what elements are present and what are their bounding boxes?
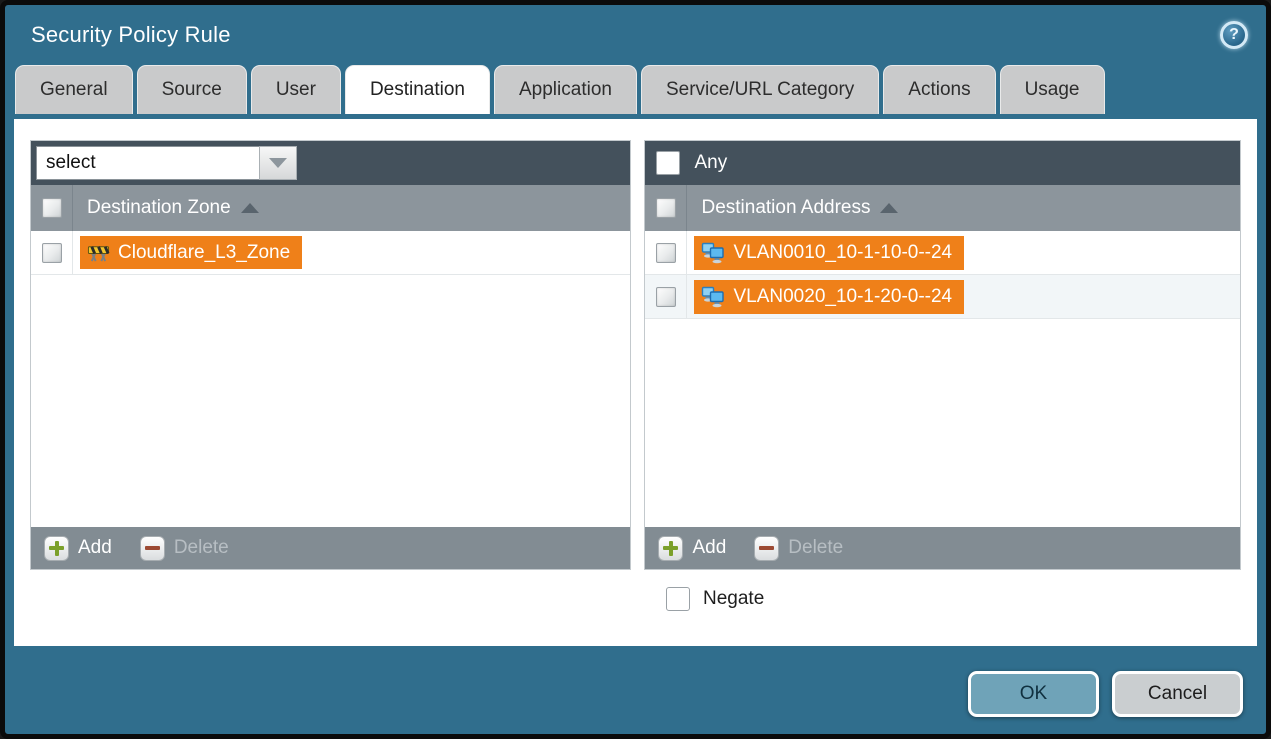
zone-rows: Cloudflare_L3_Zone [31, 231, 630, 527]
zone-entry-label: Cloudflare_L3_Zone [118, 242, 290, 264]
address-icon [701, 241, 725, 265]
destination-zone-panel: Destination Zone [30, 140, 631, 570]
plus-icon [658, 536, 683, 561]
zone-select-dropdown-button[interactable] [259, 146, 297, 180]
tab-usage[interactable]: Usage [1000, 65, 1105, 114]
tab-actions[interactable]: Actions [883, 65, 995, 114]
zone-column-header: Destination Zone [31, 185, 630, 231]
tab-service-url-category[interactable]: Service/URL Category [641, 65, 879, 114]
tab-application[interactable]: Application [494, 65, 637, 114]
minus-icon [140, 536, 165, 561]
address-add-button[interactable]: Add [658, 536, 726, 561]
address-row-checkbox[interactable] [656, 287, 676, 307]
negate-checkbox[interactable] [666, 587, 690, 611]
dialog-footer: OK Cancel [968, 671, 1243, 717]
dialog-title: Security Policy Rule [31, 22, 231, 48]
address-entry-vlan0020[interactable]: VLAN0020_10-1-20-0--24 [694, 280, 964, 314]
cancel-button[interactable]: Cancel [1112, 671, 1243, 717]
destination-address-panel: Any Destination Address [644, 140, 1241, 570]
zone-row-checkbox[interactable] [42, 243, 62, 263]
row-checkbox-cell [645, 231, 687, 274]
address-panel-footer: Add Delete [645, 527, 1240, 569]
minus-icon [754, 536, 779, 561]
zone-column-title: Destination Zone [87, 197, 231, 219]
tab-destination[interactable]: Destination [345, 65, 490, 114]
address-column-header: Destination Address [645, 185, 1240, 231]
destination-tab-content: Destination Zone [14, 119, 1257, 646]
negate-row: Negate [666, 587, 1241, 611]
table-row: VLAN0020_10-1-20-0--24 [645, 275, 1240, 319]
zone-select-combo [36, 146, 297, 180]
zone-add-button[interactable]: Add [44, 536, 112, 561]
sort-ascending-icon[interactable] [241, 203, 259, 213]
help-icon[interactable]: ? [1220, 21, 1248, 49]
zone-panel-header [31, 141, 630, 185]
table-row: VLAN0010_10-1-10-0--24 [645, 231, 1240, 275]
address-column-title: Destination Address [701, 197, 870, 219]
row-checkbox-cell [31, 231, 73, 274]
any-label: Any [694, 152, 727, 174]
tabstrip: General Source User Destination Applicat… [5, 65, 1266, 114]
chevron-down-icon [269, 158, 287, 168]
security-policy-rule-dialog: Security Policy Rule ? General Source Us… [0, 0, 1271, 739]
address-add-label: Add [692, 537, 726, 559]
address-entry-label: VLAN0020_10-1-20-0--24 [733, 286, 952, 308]
sort-ascending-icon[interactable] [880, 203, 898, 213]
address-icon [701, 285, 725, 309]
zone-delete-label: Delete [174, 537, 229, 559]
address-row-checkbox[interactable] [656, 243, 676, 263]
row-checkbox-cell [645, 275, 687, 318]
zone-add-label: Add [78, 537, 112, 559]
tab-user[interactable]: User [251, 65, 341, 114]
zone-icon [87, 241, 110, 264]
address-rows: VLAN0010_10-1-10-0--24 [645, 231, 1240, 527]
table-row: Cloudflare_L3_Zone [31, 231, 630, 275]
address-delete-label: Delete [788, 537, 843, 559]
ok-button[interactable]: OK [968, 671, 1099, 717]
address-entry-vlan0010[interactable]: VLAN0010_10-1-10-0--24 [694, 236, 964, 270]
zone-select-input[interactable] [36, 146, 259, 180]
plus-icon [44, 536, 69, 561]
zone-entry-cloudflare-l3-zone[interactable]: Cloudflare_L3_Zone [80, 236, 302, 269]
zone-delete-button[interactable]: Delete [140, 536, 229, 561]
any-checkbox[interactable] [656, 151, 680, 175]
address-entry-label: VLAN0010_10-1-10-0--24 [733, 242, 952, 264]
titlebar: Security Policy Rule ? [5, 5, 1266, 65]
tab-general[interactable]: General [15, 65, 133, 114]
tab-source[interactable]: Source [137, 65, 247, 114]
zone-header-checkbox-cell [31, 185, 73, 231]
zone-select-all-checkbox[interactable] [42, 198, 62, 218]
address-select-all-checkbox[interactable] [656, 198, 676, 218]
negate-label: Negate [703, 588, 764, 610]
address-delete-button[interactable]: Delete [754, 536, 843, 561]
address-panel-header: Any [645, 141, 1240, 185]
zone-panel-footer: Add Delete [31, 527, 630, 569]
address-header-checkbox-cell [645, 185, 687, 231]
